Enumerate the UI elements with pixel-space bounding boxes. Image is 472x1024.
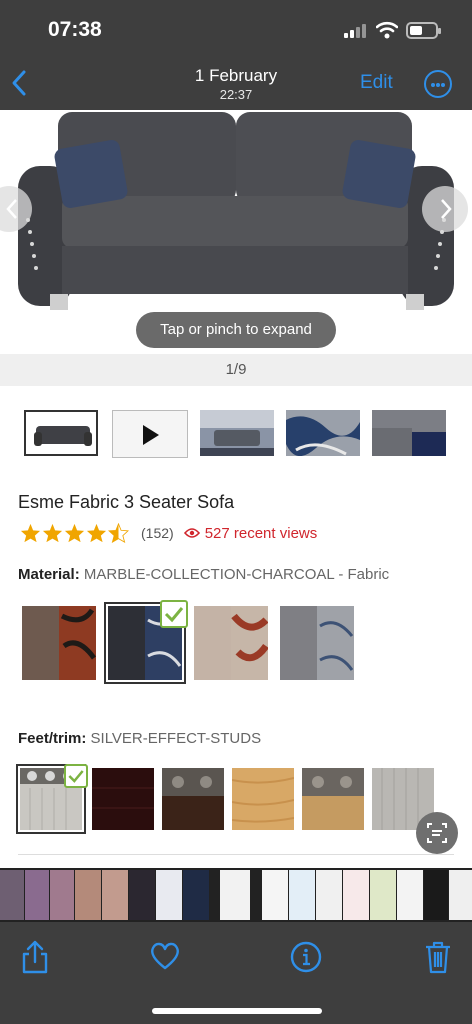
filmstrip-thumbnail[interactable] <box>449 870 472 920</box>
play-icon <box>143 425 159 445</box>
share-icon[interactable] <box>20 940 50 974</box>
material-label: Material: <box>18 566 80 583</box>
star-icon <box>86 523 107 543</box>
photo-time-subtitle: 22:37 <box>219 87 253 102</box>
previous-image-button[interactable] <box>0 186 32 232</box>
product-page: Tap or pinch to expand 1/9 Esme Fabric 3… <box>0 110 472 868</box>
filmstrip-thumbnail[interactable] <box>343 870 369 920</box>
filmstrip-thumbnail[interactable] <box>424 870 448 920</box>
review-count[interactable]: (152) <box>141 525 174 541</box>
photo-filmstrip[interactable] <box>0 868 472 922</box>
wifi-icon <box>376 21 398 39</box>
star-icon <box>42 523 63 543</box>
image-counter: 1/9 <box>0 354 472 386</box>
feet-row: Feet/trim: SILVER-EFFECT-STUDS <box>18 730 261 747</box>
battery-icon <box>406 22 441 39</box>
material-swatch-cream[interactable] <box>194 606 268 680</box>
filmstrip-thumbnail[interactable] <box>262 870 288 920</box>
material-swatch-grey[interactable] <box>280 606 354 680</box>
status-bar: 07:38 <box>0 0 472 56</box>
filmstrip-thumbnail[interactable] <box>183 870 209 920</box>
info-icon[interactable] <box>290 941 322 973</box>
feet-label: Feet/trim: <box>18 730 87 747</box>
filmstrip-thumbnail[interactable] <box>129 870 155 920</box>
thumbnail-sofa[interactable] <box>24 410 98 456</box>
feet-swatch-dark-wood[interactable] <box>92 768 154 830</box>
material-value: MARBLE-COLLECTION-CHARCOAL - Fabric <box>83 566 390 583</box>
edit-button[interactable]: Edit <box>360 72 393 94</box>
expand-hint[interactable]: Tap or pinch to expand <box>136 312 336 348</box>
filmstrip-thumbnail[interactable] <box>75 870 101 920</box>
filmstrip-thumbnail[interactable] <box>316 870 342 920</box>
filmstrip-thumbnail[interactable] <box>370 870 396 920</box>
filmstrip-thumbnail[interactable] <box>25 870 49 920</box>
star-rating <box>20 523 129 543</box>
checkmark-icon <box>64 764 88 788</box>
material-row: Material: MARBLE-COLLECTION-CHARCOAL - F… <box>18 566 389 583</box>
feet-swatch-light-oak[interactable] <box>232 768 294 830</box>
product-title: Esme Fabric 3 Seater Sofa <box>18 492 235 512</box>
filmstrip-thumbnail[interactable] <box>0 870 24 920</box>
product-hero-image[interactable]: Tap or pinch to expand <box>0 110 472 354</box>
filmstrip-thumbnail[interactable] <box>50 870 74 920</box>
ellipsis-circle-icon[interactable] <box>424 70 452 98</box>
feet-swatch-bronze-studs-dark[interactable] <box>162 768 224 830</box>
next-image-button[interactable] <box>422 186 468 232</box>
live-text-icon[interactable] <box>416 812 458 854</box>
divider <box>18 854 454 855</box>
trash-icon[interactable] <box>424 940 452 974</box>
feet-swatch-bronze-studs-oak[interactable] <box>302 768 364 830</box>
chevron-left-icon[interactable] <box>8 68 32 98</box>
home-indicator[interactable] <box>152 1008 322 1014</box>
filmstrip-thumbnail[interactable] <box>220 870 250 920</box>
filmstrip-thumbnail[interactable] <box>102 870 128 920</box>
half-star-icon <box>108 523 129 543</box>
rating-row: (152) 527 recent views <box>20 522 317 544</box>
photo-date-title: 1 February <box>194 66 278 85</box>
thumbnail-room[interactable] <box>200 410 274 456</box>
heart-icon[interactable] <box>150 942 180 970</box>
thumbnail-fabric[interactable] <box>286 410 360 456</box>
star-icon <box>20 523 41 543</box>
feet-value: SILVER-EFFECT-STUDS <box>90 730 262 747</box>
star-icon <box>64 523 85 543</box>
checkmark-icon <box>160 600 188 628</box>
photo-nav-bar: 1 February 22:37 Edit <box>0 56 472 110</box>
recent-views-text: 527 recent views <box>204 524 318 542</box>
material-swatch-brown[interactable] <box>22 606 96 680</box>
eye-icon <box>183 528 200 538</box>
filmstrip-thumbnail[interactable] <box>156 870 182 920</box>
filmstrip-thumbnail[interactable] <box>289 870 315 920</box>
status-time: 07:38 <box>48 18 102 41</box>
cellular-signal-icon <box>344 24 366 38</box>
thumbnail-arm[interactable] <box>372 410 446 456</box>
filmstrip-thumbnail[interactable] <box>397 870 423 920</box>
recent-views: 527 recent views <box>183 524 318 542</box>
thumbnail-video[interactable] <box>112 410 188 458</box>
